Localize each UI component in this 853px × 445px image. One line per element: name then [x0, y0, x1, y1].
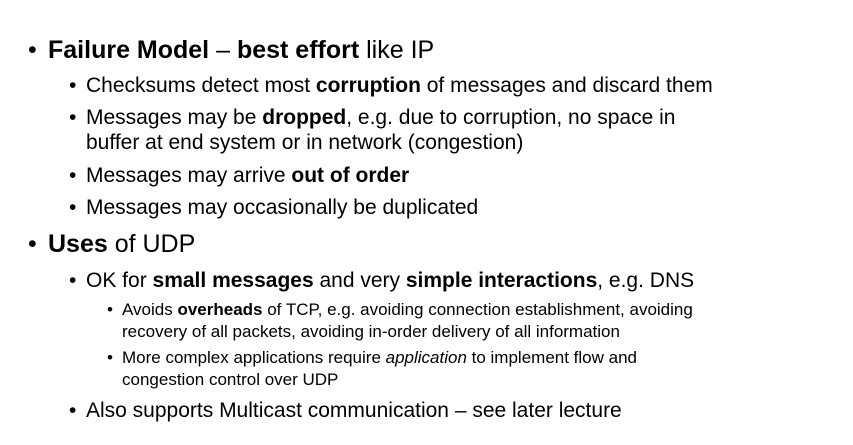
text-run: , e.g. DNS	[597, 269, 695, 292]
bullet-glyph: •	[28, 36, 37, 64]
text-run: corruption	[315, 74, 421, 97]
bullet-glyph: •	[28, 230, 37, 258]
text-run: best effort	[236, 36, 360, 64]
text-run: More complex applications require	[122, 348, 386, 367]
bullet-item-multicast: • Also supports Multicast communication …	[69, 398, 622, 423]
bullet-item-duplicated: • Messages may occasionally be duplicate…	[69, 195, 479, 220]
text-run: overheads	[177, 300, 263, 319]
text-run: of UDP	[107, 230, 196, 258]
text-run: Also supports Multicast communication – …	[86, 399, 622, 422]
text-run: Uses	[48, 230, 108, 258]
bullet-item-overheads: • Avoids overheads of TCP, e.g. avoiding…	[107, 299, 693, 343]
text-run: recovery of all packets, avoiding in-ord…	[122, 322, 620, 341]
text-run: of TCP, e.g. avoiding connection establi…	[262, 300, 693, 319]
bullet-item-out-of-order: • Messages may arrive out of order	[69, 163, 410, 188]
bullet-item-complex-apps: • More complex applications require appl…	[107, 347, 637, 391]
text-run: like IP	[359, 36, 435, 64]
text-run: congestion control over UDP	[122, 370, 339, 389]
text-run: Messages may be	[86, 106, 263, 129]
bullet-glyph: •	[69, 74, 77, 97]
text-run: , e.g. due to corruption, no space in	[346, 106, 676, 129]
bullet-glyph: •	[69, 164, 77, 187]
text-run: out of order	[291, 164, 410, 187]
text-run: buffer at end system or in network (cong…	[86, 131, 524, 154]
text-run: –	[209, 36, 237, 64]
text-run: to implement flow and	[466, 348, 637, 367]
text-run: Messages may occasionally be duplicated	[86, 196, 479, 219]
bullet-glyph: •	[69, 106, 77, 129]
text-run: dropped	[262, 106, 347, 129]
bullet-glyph: •	[107, 300, 113, 319]
bullet-glyph: •	[69, 399, 77, 422]
text-run: Failure Model	[48, 36, 210, 64]
bullet-item-uses: • Uses of UDP	[28, 229, 196, 259]
text-run: and very	[313, 269, 406, 292]
bullet-glyph: •	[69, 269, 77, 292]
slide-body: • Failure Model – best effort like IP • …	[0, 0, 853, 445]
bullet-glyph: •	[107, 348, 113, 367]
text-run: simple interactions	[405, 269, 598, 292]
bullet-glyph: •	[69, 196, 77, 219]
text-run: Messages may arrive	[86, 164, 292, 187]
bullet-item-failure-model: • Failure Model – best effort like IP	[28, 35, 435, 65]
bullet-item-checksums: • Checksums detect most corruption of me…	[69, 73, 713, 98]
text-run: of messages and discard them	[420, 74, 713, 97]
text-run: application	[385, 348, 467, 367]
bullet-item-dropped: • Messages may be dropped, e.g. due to c…	[69, 105, 676, 155]
text-run: Checksums detect most	[86, 74, 316, 97]
bullet-item-ok-for: • OK for small messages and very simple …	[69, 268, 695, 293]
text-run: Avoids	[122, 300, 178, 319]
text-run: small messages	[152, 269, 314, 292]
text-run: OK for	[86, 269, 153, 292]
